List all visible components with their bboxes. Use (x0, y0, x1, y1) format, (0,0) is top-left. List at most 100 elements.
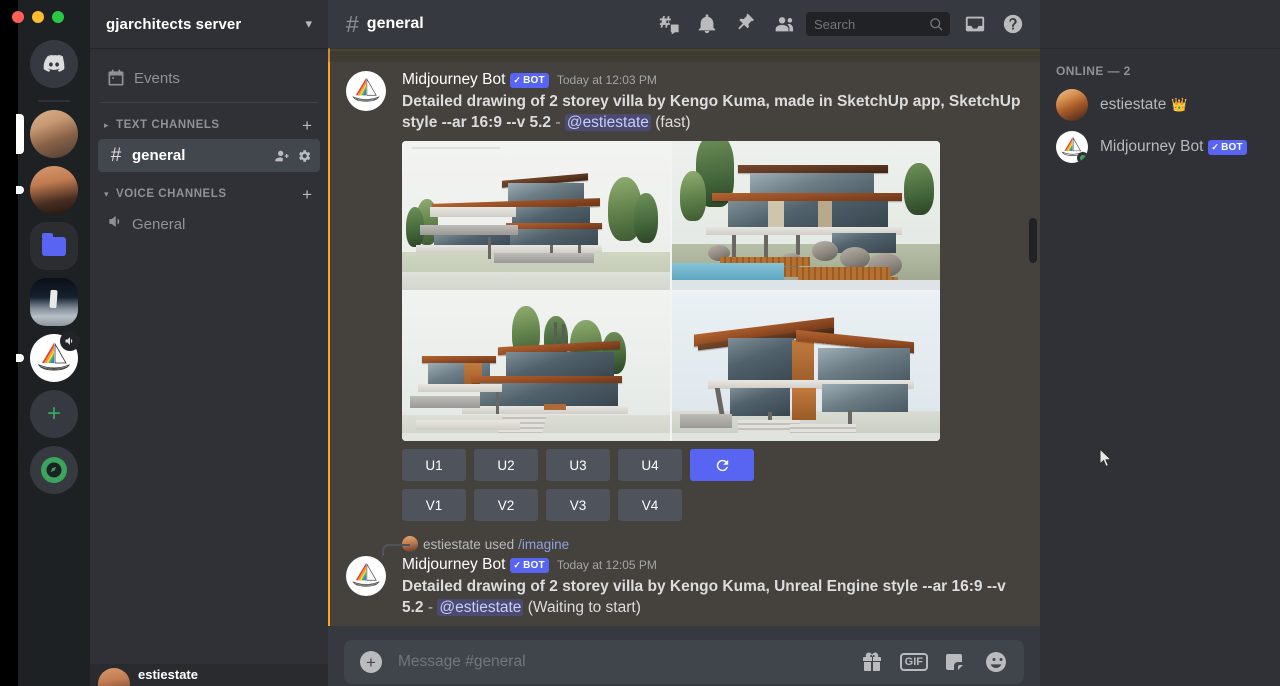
discord-logo-icon[interactable] (30, 40, 78, 88)
button-v4[interactable]: V4 (618, 489, 682, 521)
search-box[interactable]: Search (806, 12, 950, 36)
user-mention[interactable]: @estiestate (564, 114, 651, 131)
button-v3[interactable]: V3 (546, 489, 610, 521)
status-indicator-online (1077, 152, 1088, 163)
server-rail-item-midjourney[interactable] (16, 331, 80, 382)
user-mention[interactable]: @estiestate (437, 599, 524, 616)
member-row-estiestate[interactable]: estiestate 👑 (1056, 84, 1272, 126)
avatar[interactable] (1056, 89, 1088, 121)
folder-icon[interactable] (30, 222, 78, 270)
bot-badge: ✓ BOT (510, 72, 549, 88)
message-timestamp: Today at 12:03 PM (556, 73, 657, 87)
category-label: VOICE CHANNELS (116, 188, 227, 200)
search-input[interactable]: Search (814, 17, 929, 32)
moon-photo-icon[interactable] (30, 278, 78, 326)
channel-sidebar: gjarchitects server ▾ Events ▸ TEXT CHAN… (90, 0, 328, 686)
message-separator: - (423, 599, 438, 616)
sidebar-item-general-text[interactable]: # general (98, 139, 320, 172)
category-voice-channels[interactable]: ▾ VOICE CHANNELS + (98, 182, 320, 206)
threads-icon[interactable] (650, 5, 688, 43)
bell-icon[interactable] (688, 5, 726, 43)
discord-window: + gjarchitects server ▾ Events ▸ TEXT CH… (0, 0, 1280, 686)
create-voice-channel-button[interactable]: + (302, 186, 312, 203)
generated-image-1[interactable] (402, 141, 670, 290)
server-rail-item-home[interactable] (30, 40, 78, 88)
message-author[interactable]: Midjourney Bot (402, 555, 505, 575)
member-row-midjourney-bot[interactable]: Midjourney Bot ✓ BOT (1056, 126, 1272, 168)
message-composer[interactable]: + Message #general GIF (344, 640, 1024, 684)
avatar[interactable] (98, 668, 130, 686)
chevron-down-icon[interactable]: ▾ (305, 16, 312, 32)
window-traffic-lights[interactable] (12, 11, 64, 23)
user-panel-username: estiestate (138, 667, 198, 682)
sidebar-item-events[interactable]: Events (98, 62, 320, 94)
message-list[interactable]: Midjourney Bot ✓ BOT Today at 12:03 PM De… (328, 48, 1040, 640)
generated-image-2[interactable] (672, 141, 940, 290)
members-icon[interactable] (764, 5, 802, 43)
bot-badge-label: BOT (523, 74, 545, 86)
help-icon[interactable] (994, 5, 1032, 43)
slash-command-context: estiestate used /imagine (346, 535, 1024, 556)
server-rail-item-2[interactable] (16, 166, 78, 214)
reroll-button[interactable] (690, 449, 754, 481)
avatar[interactable] (346, 71, 386, 111)
compass-icon[interactable] (30, 446, 78, 494)
channel-name-general: general (132, 147, 186, 164)
inbox-icon[interactable] (956, 5, 994, 43)
button-u3[interactable]: U3 (546, 449, 610, 481)
explore-servers-button[interactable] (30, 446, 78, 494)
avatar[interactable] (346, 556, 386, 596)
add-server-button[interactable]: + (30, 390, 78, 438)
close-window-button[interactable] (12, 11, 24, 23)
server-avatar-photo-2[interactable] (30, 166, 78, 214)
gif-icon[interactable]: GIF (899, 653, 928, 671)
slash-command-label[interactable]: /imagine (518, 537, 569, 552)
bot-badge-label: BOT (523, 559, 545, 571)
server-header[interactable]: gjarchitects server ▾ (90, 0, 328, 48)
server-rail-item-1[interactable] (16, 110, 78, 158)
channel-settings-gear-icon[interactable] (296, 148, 312, 164)
bot-badge: ✓ BOT (510, 557, 549, 573)
server-avatar-photo-1[interactable] (30, 110, 78, 158)
sidebar-item-general-voice[interactable]: General (98, 208, 320, 241)
avatar[interactable] (1056, 131, 1088, 163)
message-item[interactable]: Midjourney Bot ✓ BOT Today at 12:03 PM De… (328, 62, 1040, 529)
scrollbar-thumb[interactable] (1029, 218, 1037, 263)
reply-hook-line (382, 544, 410, 556)
message-text: Detailed drawing of 2 storey villa by Ke… (402, 576, 1024, 618)
category-text-channels[interactable]: ▸ TEXT CHANNELS + (98, 113, 320, 137)
generated-image-grid[interactable] (402, 141, 940, 441)
button-u1[interactable]: U1 (402, 449, 466, 481)
zoom-window-button[interactable] (52, 11, 64, 23)
server-rail-folder[interactable] (30, 222, 78, 270)
emoji-icon[interactable] (984, 650, 1008, 674)
generated-image-3[interactable] (402, 292, 670, 441)
server-muted-icon (60, 331, 80, 351)
member-name: Midjourney Bot ✓ BOT (1100, 138, 1247, 156)
minimize-window-button[interactable] (32, 11, 44, 23)
create-text-channel-button[interactable]: + (302, 117, 312, 134)
user-panel[interactable]: estiestate (90, 664, 328, 686)
message-item[interactable]: estiestate used /imagine Midjourney Bot … (328, 529, 1040, 626)
server-rail-item-moon[interactable] (30, 278, 78, 326)
create-invite-icon[interactable] (274, 148, 290, 164)
button-v1[interactable]: V1 (402, 489, 466, 521)
attach-file-icon[interactable]: + (360, 651, 382, 673)
plus-icon[interactable]: + (30, 390, 78, 438)
message-text: Detailed drawing of 2 storey villa by Ke… (402, 91, 1024, 133)
message-input[interactable]: Message #general (398, 653, 844, 671)
button-v2[interactable]: V2 (474, 489, 538, 521)
message-author[interactable]: Midjourney Bot (402, 70, 505, 90)
sticker-icon[interactable] (944, 650, 968, 674)
message-scrollbar[interactable] (1024, 48, 1040, 640)
generated-image-4[interactable] (672, 292, 940, 441)
message-timestamp: Today at 12:05 PM (556, 558, 657, 572)
gift-icon[interactable] (860, 650, 884, 674)
pin-icon[interactable] (726, 5, 764, 43)
button-u2[interactable]: U2 (474, 449, 538, 481)
command-verb: used (484, 536, 515, 552)
server-rail: + (16, 0, 90, 686)
command-invoker-name[interactable]: estiestate (423, 537, 481, 552)
sidebar-divider (100, 102, 318, 103)
button-u4[interactable]: U4 (618, 449, 682, 481)
